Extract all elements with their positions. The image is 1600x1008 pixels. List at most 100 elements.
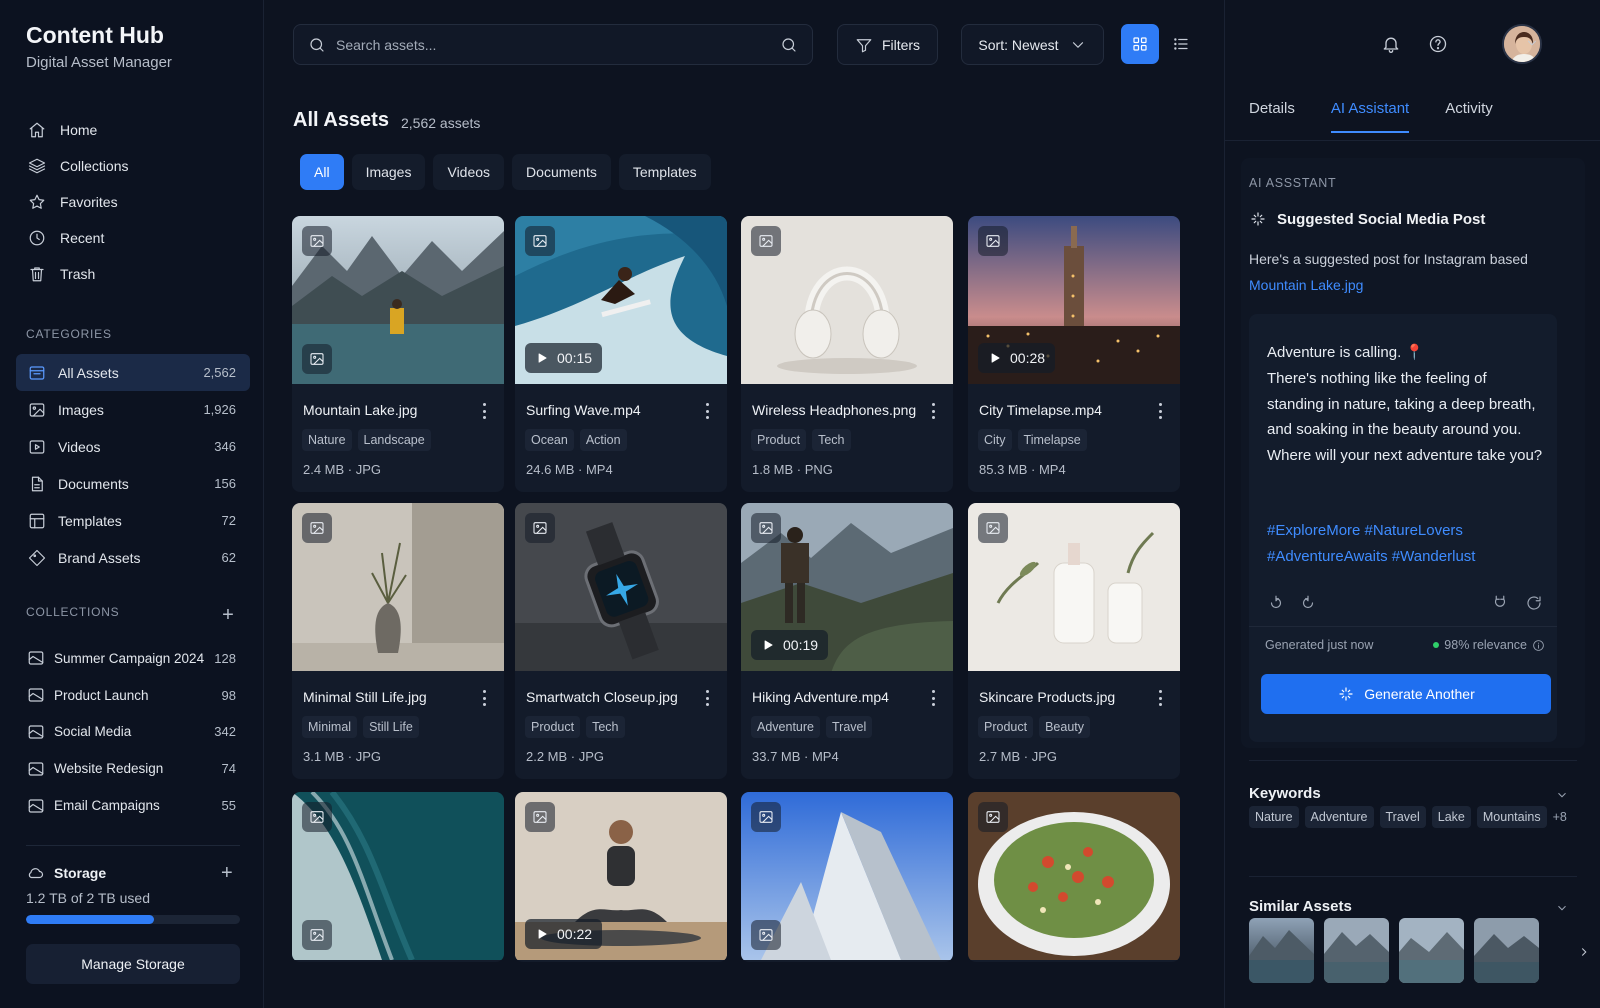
asset-tag[interactable]: Product <box>751 429 807 451</box>
category-count: 72 <box>221 513 236 528</box>
nav-item-collections[interactable]: Collections <box>16 148 250 184</box>
asset-card[interactable]: Wireless Headphones.png Product Tech 1.8 MB… <box>741 216 953 492</box>
search-submit-icon[interactable] <box>780 36 798 54</box>
generate-another-button[interactable]: Generate Another <box>1261 674 1551 714</box>
more-options-icon[interactable] <box>1154 402 1166 420</box>
asset-tag[interactable]: Tech <box>586 716 625 738</box>
tab-templates[interactable]: Templates <box>618 154 711 190</box>
tab-images[interactable]: Images <box>351 154 426 190</box>
more-options-icon[interactable] <box>478 402 490 420</box>
asset-card[interactable] <box>292 792 504 962</box>
chevron-right-icon[interactable] <box>1577 945 1591 959</box>
asset-card[interactable] <box>741 792 953 962</box>
more-options-icon[interactable] <box>927 402 939 420</box>
category-item-documents[interactable]: Documents 156 <box>16 465 250 502</box>
tab-activity[interactable]: Activity <box>1445 100 1493 133</box>
list-view-button[interactable] <box>1162 24 1200 64</box>
similar-asset-thumbnail[interactable] <box>1324 918 1389 983</box>
asset-card[interactable]: 00:15 Surfing Wave.mp4 Ocean Action 24.6 MB … <box>515 216 727 492</box>
asset-tag[interactable]: Timelapse <box>1017 429 1087 451</box>
asset-card[interactable]: 00:19 Hiking Adventure.mp4 Adventure Travel… <box>741 503 953 779</box>
asset-tag[interactable]: Minimal <box>302 716 358 738</box>
grid-view-button[interactable] <box>1121 24 1159 64</box>
add-storage-button[interactable]: + <box>221 863 233 883</box>
asset-tags: Minimal Still Life <box>302 716 419 738</box>
more-keywords[interactable]: +8 <box>1553 806 1567 828</box>
asset-card[interactable]: Minimal Still Life.jpg Minimal Still Life 3… <box>292 503 504 779</box>
collection-label: Summer Campaign 2024 <box>54 650 205 666</box>
asset-tags: Adventure Travel <box>751 716 873 738</box>
tab-videos[interactable]: Videos <box>433 154 505 190</box>
category-item-videos[interactable]: Videos 346 <box>16 428 250 465</box>
asset-tag[interactable]: Landscape <box>357 429 431 451</box>
nav-item-home[interactable]: Home <box>16 112 250 148</box>
collection-item[interactable]: Website Redesign 74 <box>16 750 250 787</box>
asset-tag[interactable]: City <box>978 429 1012 451</box>
more-options-icon[interactable] <box>1154 689 1166 707</box>
collection-item[interactable]: Product Launch 98 <box>16 677 250 714</box>
keyword-tag[interactable]: Adventure <box>1304 806 1374 828</box>
chevron-down-icon[interactable] <box>1555 788 1569 802</box>
chevron-down-icon[interactable] <box>1525 36 1539 50</box>
duration-text: 00:28 <box>1010 350 1046 366</box>
asset-card[interactable]: 00:28 City Timelapse.mp4 City Timelapse 85.3… <box>968 216 1180 492</box>
more-options-icon[interactable] <box>478 689 490 707</box>
help-icon[interactable] <box>1428 34 1448 54</box>
bell-icon[interactable] <box>1381 34 1401 54</box>
search-input[interactable] <box>336 36 770 53</box>
asset-tag[interactable]: Beauty <box>1039 716 1091 738</box>
asset-card[interactable] <box>968 792 1180 962</box>
more-options-icon[interactable] <box>701 402 713 420</box>
asset-tag[interactable]: Action <box>579 429 627 451</box>
keyword-tag[interactable]: Travel <box>1379 806 1426 828</box>
similar-asset-thumbnail[interactable] <box>1399 918 1464 983</box>
asset-card[interactable]: Mountain Lake.jpg Nature Landscape 2.4 MB ·… <box>292 216 504 492</box>
image-icon <box>28 401 46 419</box>
more-options-icon[interactable] <box>701 689 713 707</box>
image-icon <box>302 226 332 256</box>
category-item-all-assets[interactable]: All Assets 2,562 <box>16 354 250 391</box>
keyword-tag[interactable]: Nature <box>1249 806 1299 828</box>
nav-item-recent[interactable]: Recent <box>16 220 250 256</box>
more-options-icon[interactable] <box>927 689 939 707</box>
collection-item[interactable]: Email Campaigns 55 <box>16 787 250 824</box>
collection-item[interactable]: Summer Campaign 2024 128 <box>16 640 250 677</box>
source-asset-link[interactable]: Mountain Lake.jpg <box>1249 277 1363 293</box>
info-icon[interactable] <box>1532 639 1545 652</box>
asset-tag[interactable]: Still Life <box>363 716 419 738</box>
add-collection-button[interactable]: + <box>220 605 236 625</box>
asset-tag[interactable]: Adventure <box>751 716 820 738</box>
similar-asset-thumbnail[interactable] <box>1474 918 1539 983</box>
similar-asset-thumbnail[interactable] <box>1249 918 1314 983</box>
chevron-down-icon[interactable] <box>1555 901 1569 915</box>
thumbs-up-icon[interactable] <box>1267 594 1285 612</box>
asset-card[interactable]: Skincare Products.jpg Product Beauty 2.7 MB… <box>968 503 1180 779</box>
tab-details[interactable]: Details <box>1249 100 1295 133</box>
asset-tag[interactable]: Ocean <box>525 429 574 451</box>
category-item-images[interactable]: Images 1,926 <box>16 391 250 428</box>
category-item-templates[interactable]: Templates 72 <box>16 502 250 539</box>
tab-all[interactable]: All <box>300 154 344 190</box>
asset-tag[interactable]: Tech <box>812 429 851 451</box>
nav-item-trash[interactable]: Trash <box>16 256 250 292</box>
thumbs-down-icon[interactable] <box>1299 594 1317 612</box>
asset-meta: 1.8 MB · PNG <box>752 462 833 477</box>
refresh-icon[interactable] <box>1525 594 1543 612</box>
asset-tag[interactable]: Travel <box>825 716 873 738</box>
tab-documents[interactable]: Documents <box>512 154 611 190</box>
tab-ai-assistant[interactable]: AI Assistant <box>1330 100 1410 133</box>
collection-item[interactable]: Social Media 342 <box>16 714 250 751</box>
filters-button[interactable]: Filters <box>837 24 938 65</box>
asset-card[interactable]: 00:22 <box>515 792 727 962</box>
asset-tag[interactable]: Product <box>978 716 1034 738</box>
asset-tag[interactable]: Product <box>525 716 581 738</box>
copy-icon[interactable] <box>1491 594 1509 612</box>
keyword-tag[interactable]: Lake <box>1431 806 1471 828</box>
category-item-brand-assets[interactable]: Brand Assets 62 <box>16 539 250 576</box>
asset-card[interactable]: Smartwatch Closeup.jpg Product Tech 2.2 MB … <box>515 503 727 779</box>
sort-dropdown[interactable]: Sort: Newest <box>961 24 1104 65</box>
asset-tag[interactable]: Nature <box>302 429 352 451</box>
nav-item-favorites[interactable]: Favorites <box>16 184 250 220</box>
manage-storage-button[interactable]: Manage Storage <box>26 944 240 984</box>
keyword-tag[interactable]: Mountains <box>1476 806 1547 828</box>
